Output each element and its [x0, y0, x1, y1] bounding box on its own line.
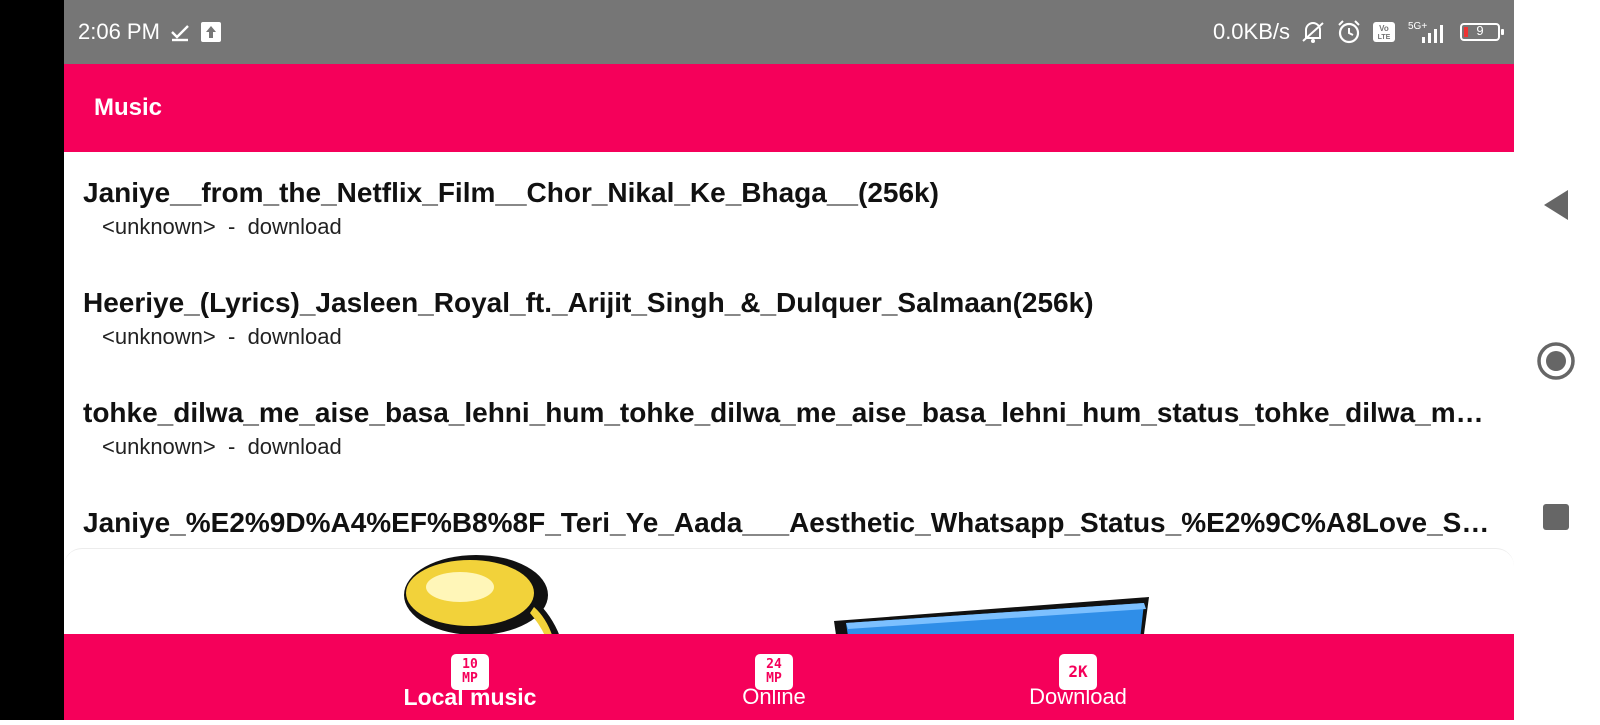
status-bar-left: 2:06 PM [78, 19, 222, 45]
song-title: Janiye_%E2%9D%A4%EF%B8%8F_Teri_Ye_Aada__… [83, 507, 1494, 538]
volte-icon: Vo LTE [1372, 21, 1396, 43]
song-album: download [247, 214, 342, 239]
song-list: Janiye__from_the_Netflix_Film__Chor_Nika… [64, 152, 1514, 552]
song-artist: <unknown> [102, 434, 216, 459]
song-subtitle: <unknown> - download [83, 322, 1494, 352]
left-black-bar [0, 0, 64, 720]
nav-label: Online [742, 684, 806, 709]
back-button[interactable] [1544, 190, 1568, 220]
song-subtitle: <unknown> - download [83, 432, 1494, 462]
status-bar: 2:06 PM 0.0KB/s Vo LTE 5G+ 9 [64, 0, 1514, 64]
recents-square-icon [1543, 504, 1569, 530]
badge-top: 10 [462, 657, 478, 672]
status-bar-right: 0.0KB/s Vo LTE 5G+ 9 [1212, 19, 1504, 45]
svg-text:LTE: LTE [1378, 34, 1391, 41]
song-artist: <unknown> [102, 324, 216, 349]
recents-button[interactable] [1543, 504, 1569, 530]
upload-icon [200, 21, 222, 43]
song-item[interactable]: Janiye_%E2%9D%A4%EF%B8%8F_Teri_Ye_Aada__… [64, 482, 1514, 552]
net-speed: 0.0KB/s [1212, 19, 1290, 44]
home-button[interactable] [1537, 342, 1575, 380]
battery-level: 9 [1476, 23, 1484, 38]
page-title: Music [94, 94, 163, 121]
app-window: 2:06 PM 0.0KB/s Vo LTE 5G+ 9 Music Janiy… [64, 0, 1514, 720]
nav-local-music[interactable]: 10 MP Local music [360, 634, 580, 720]
battery-icon: 9 [1460, 23, 1504, 41]
alarm-icon [1336, 19, 1362, 45]
svg-text:Vo: Vo [1379, 24, 1389, 33]
song-separator: - [228, 324, 236, 349]
signal-icon: 5G+ [1406, 19, 1450, 45]
mute-icon [1300, 19, 1326, 45]
song-album: download [247, 434, 342, 459]
song-separator: - [228, 434, 236, 459]
home-dot [1546, 351, 1566, 371]
check-download-icon [170, 22, 190, 42]
back-triangle-icon [1544, 190, 1568, 220]
system-nav-bar [1514, 0, 1600, 720]
toolbar: Music [64, 64, 1514, 152]
song-artist: <unknown> [102, 214, 216, 239]
song-item[interactable]: Heeriye_(Lyrics)_Jasleen_Royal_ft._Ariji… [64, 262, 1514, 372]
bottom-nav: 10 MP Local music 24 MP Online 2K Downlo… [64, 634, 1514, 720]
nav-online[interactable]: 24 MP Online [664, 634, 884, 720]
status-time: 2:06 PM [78, 19, 160, 44]
network-type-label: 5G+ [1408, 21, 1427, 32]
nav-download[interactable]: 2K Download [968, 634, 1188, 720]
badge-top: 2K [1068, 662, 1088, 681]
song-item[interactable]: tohke_dilwa_me_aise_basa_lehni_hum_tohke… [64, 372, 1514, 482]
song-subtitle: <unknown> - download [83, 212, 1494, 242]
nav-label: Download [1029, 684, 1127, 709]
song-title: Janiye__from_the_Netflix_Film__Chor_Nika… [83, 177, 939, 208]
badge-top: 24 [766, 657, 782, 672]
song-title: tohke_dilwa_me_aise_basa_lehni_hum_tohke… [83, 397, 1484, 428]
song-separator: - [228, 214, 236, 239]
song-album: download [247, 324, 342, 349]
song-title: Heeriye_(Lyrics)_Jasleen_Royal_ft._Ariji… [83, 287, 1094, 318]
nav-label: Local music [403, 684, 537, 710]
song-item[interactable]: Janiye__from_the_Netflix_Film__Chor_Nika… [64, 152, 1514, 262]
